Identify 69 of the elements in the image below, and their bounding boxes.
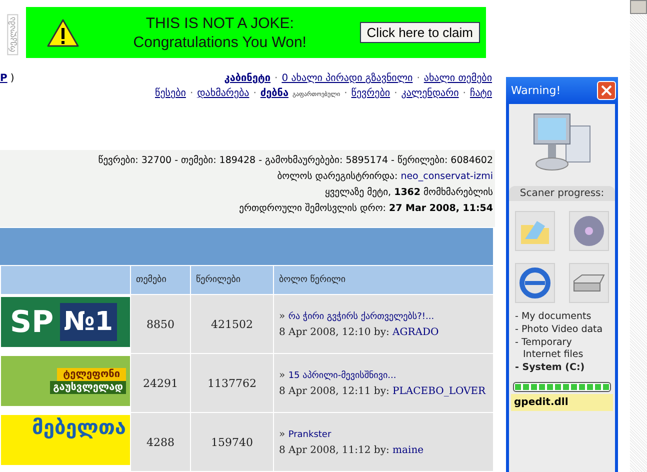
- side-label: რეკლამა: [8, 13, 18, 55]
- topic-link[interactable]: რა ჭირი გვჭირს ქართველებს?!...: [288, 312, 434, 322]
- separator-dot: ·: [344, 88, 348, 100]
- posts-count: 159740: [190, 412, 274, 472]
- posts-count: 1137762: [190, 354, 274, 413]
- claim-button[interactable]: Click here to claim: [360, 22, 480, 43]
- scan-item: - Photo Video data: [515, 324, 604, 336]
- column-header: ბოლო წერილი: [274, 266, 494, 295]
- separator-dot: ·: [462, 88, 466, 100]
- ad-subline: Congratulations You Won!: [133, 32, 306, 52]
- marker-text: »: [279, 428, 286, 440]
- nav-link[interactable]: კალენდარი: [401, 88, 459, 100]
- most-online-time: ერთდროული შემოსვლის დრო: 27 Mar 2008, 11:54: [238, 202, 493, 216]
- stats-totals: წევრები: 32700 - თემები: 189428 - გამოხმაურებები: 5895174 - წერილები: 6084602: [97, 154, 493, 168]
- user-link[interactable]: maine: [392, 444, 424, 456]
- ad-text: მებელთა: [32, 415, 126, 440]
- warning-icon: [46, 18, 80, 48]
- user-link[interactable]: PLACEBO_LOVER: [392, 386, 486, 397]
- scan-item: - Temporary Internet files: [515, 337, 584, 361]
- separator-dot: ·: [253, 88, 256, 100]
- scrollbar[interactable]: [630, 0, 647, 472]
- nav-link[interactable]: წევრები: [351, 88, 390, 100]
- ad-text: გაუსვლელად: [50, 381, 126, 394]
- separator-dot: ·: [190, 88, 194, 100]
- ad-text: SP: [10, 304, 54, 340]
- nav-link[interactable]: წესები: [155, 88, 186, 100]
- nav-link[interactable]: ახალი თემები: [424, 73, 492, 84]
- column-header: თემები: [130, 266, 190, 295]
- topics-count: 8850: [130, 294, 190, 354]
- nav-link[interactable]: კაბინეტი: [224, 73, 270, 84]
- ad-banner[interactable]: ტელეფონი გაუსვლელად: [1, 356, 130, 406]
- marker-text: »: [279, 370, 286, 381]
- post-date: 8 Apr 2008, 12:10 by:: [279, 326, 390, 338]
- posts-count: 421502: [190, 294, 274, 354]
- scan-item: - My documents: [515, 311, 592, 323]
- popup-title: Warning!: [511, 84, 561, 97]
- user-link[interactable]: neo_conservat-izmi: [400, 170, 493, 182]
- nav-link[interactable]: ძებნა: [260, 88, 288, 100]
- paren-text: ): [10, 73, 14, 84]
- post-date: 8 Apr 2008, 12:11 by:: [279, 386, 390, 397]
- close-button[interactable]: [597, 81, 616, 100]
- separator-dot: ·: [416, 73, 420, 84]
- user-link[interactable]: P: [0, 73, 8, 84]
- marker-text: »: [279, 310, 286, 322]
- topics-count: 24291: [130, 354, 190, 413]
- topic-link[interactable]: 15 აპრილი-მევისშნივი...: [288, 370, 396, 381]
- last-registered-label: ბოლოს დარეგისტრირდა:: [277, 170, 398, 182]
- nav-link[interactable]: ჩატი: [470, 88, 492, 100]
- nav-link[interactable]: დახმარება: [197, 88, 250, 100]
- most-online-text: ყველაზე მეტი, 1362 მომხმარებლის: [324, 186, 493, 200]
- nav-link[interactable]: 0 ახალი პირადი გზავნილი: [282, 73, 413, 84]
- user-link[interactable]: AGRADO: [392, 326, 439, 338]
- file-name: gpedit.dll: [511, 394, 613, 411]
- column-header: წერილები: [190, 266, 274, 295]
- scan-item: - System (C:): [515, 362, 586, 374]
- separator-dot: ·: [394, 88, 398, 100]
- close-icon: [601, 85, 612, 96]
- disc-icon: [571, 213, 607, 249]
- separator-dot: ·: [274, 73, 278, 84]
- ad-banner[interactable]: მებელთა: [1, 415, 130, 466]
- ad-text: ტელეფონი: [57, 368, 126, 382]
- topic-link[interactable]: Prankster: [288, 430, 332, 440]
- browser-icon: [517, 265, 553, 301]
- progress-label: Scaner progress:: [509, 186, 615, 201]
- ad-headline: THIS IS NOT A JOKE:: [146, 14, 294, 32]
- topics-count: 4288: [130, 412, 190, 472]
- ad-banner[interactable]: SP №1: [1, 297, 130, 348]
- post-date: 8 Apr 2008, 11:12 by:: [279, 444, 390, 456]
- ad-text: №1: [60, 303, 117, 342]
